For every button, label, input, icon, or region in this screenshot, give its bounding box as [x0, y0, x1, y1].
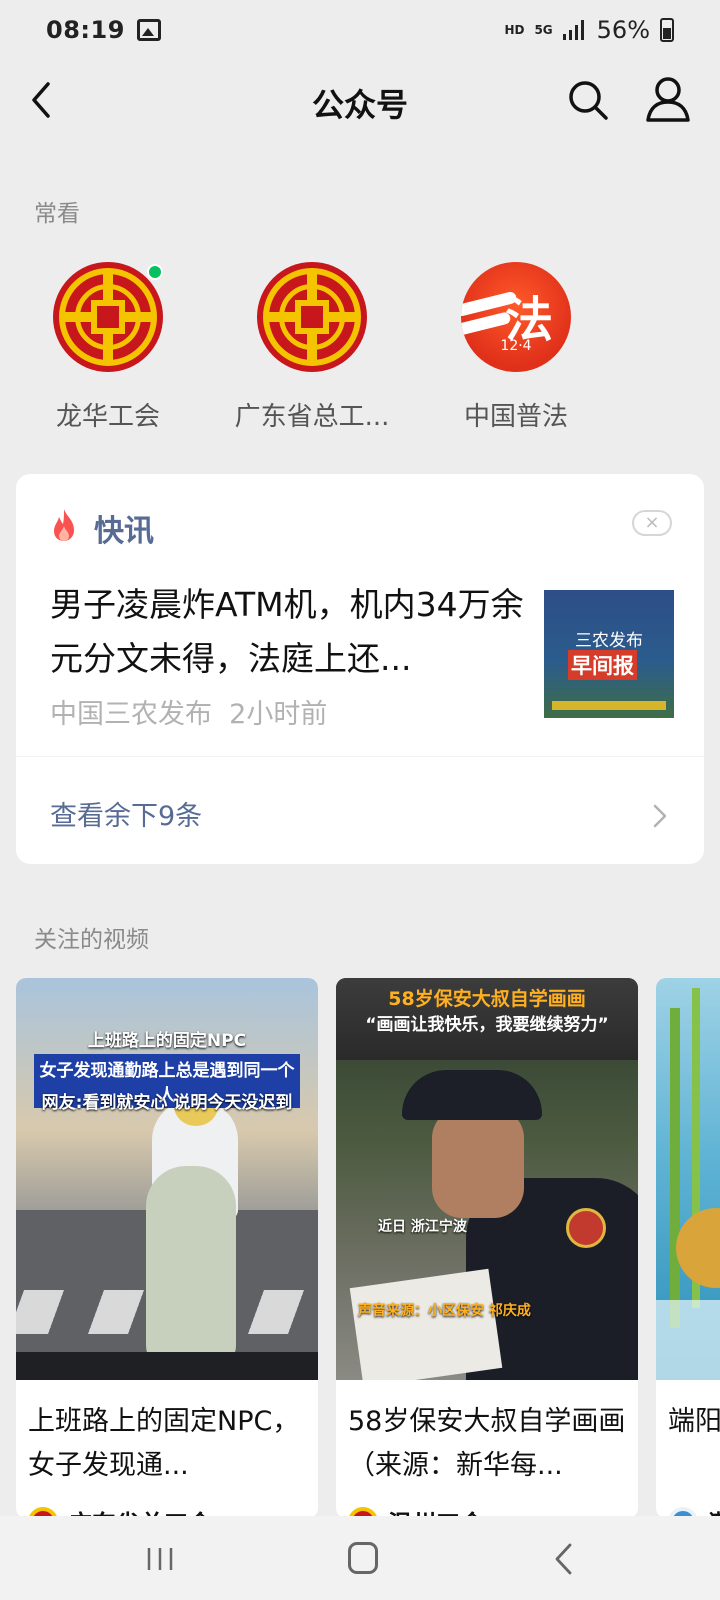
news-meta: 中国三农发布 2小时前 [50, 692, 327, 731]
cover-caption: 上班路上的固定NPC [87, 1031, 247, 1051]
followed-videos: 上班路上的固定NPC 女子发现通勤路上总是遇到同一个人 网友:看到就安心 说明今… [16, 978, 720, 1518]
frequent-section-label: 常看 [34, 201, 80, 227]
system-nav-bar [0, 1516, 720, 1600]
news-headline[interactable]: 男子凌晨炸ATM机，机内34万余元分文未得，法庭上还... [50, 578, 524, 686]
video-cover [656, 978, 720, 1380]
view-more-link[interactable]: 查看余下9条 [50, 794, 202, 833]
video-title: 端阳 | 渤 [668, 1406, 720, 1437]
cover-caption: 声音来源：小区保安 祁庆成 [358, 1303, 531, 1319]
cover-caption: 网友:看到就安心 说明今天没迟到 [41, 1093, 293, 1113]
network-indicator: 5G [534, 23, 553, 37]
video-card[interactable]: 58岁保安大叔自学画画 “画画让我快乐，我要继续努力” 近日 浙江宁波 声音来源… [336, 978, 638, 1518]
cover-caption: “画画让我快乐，我要继续努力” [365, 1015, 609, 1035]
frequent-account-pufa[interactable]: 法 12·4 中国普法 [426, 262, 606, 433]
video-title: 58岁保安大叔自学画画（来源：新华每... [348, 1406, 626, 1481]
video-cover: 58岁保安大叔自学画画 “画画让我快乐，我要继续努力” 近日 浙江宁波 声音来源… [336, 978, 638, 1380]
close-button[interactable]: × [632, 510, 672, 536]
hd-indicator: HD [504, 23, 525, 37]
video-title: 上班路上的固定NPC，女子发现通... [28, 1406, 300, 1481]
account-name: 龙华工会 [55, 402, 160, 432]
account-name: 广东省总工... [234, 402, 390, 432]
cover-caption: 近日 浙江宁波 [378, 1219, 467, 1235]
profile-icon[interactable] [644, 74, 692, 124]
flash-news-card: 快讯 × 男子凌晨炸ATM机，机内34万余元分文未得，法庭上还... 中国三农发… [16, 474, 704, 864]
status-time: 08:19 [46, 16, 125, 44]
law-logo-icon: 法 12·4 [461, 262, 571, 372]
page-title: 公众号 [311, 86, 408, 124]
nav-bar: 公众号 [0, 60, 720, 140]
frequent-accounts: 龙华工会 广东省总工... 法 12·4 中国普法 [0, 262, 720, 442]
unread-dot [147, 264, 163, 280]
frequent-account-longhua[interactable]: 龙华工会 [18, 262, 198, 433]
union-logo-icon [257, 262, 367, 372]
battery-icon [660, 18, 674, 42]
news-time: 2小时前 [229, 699, 328, 730]
recent-apps-icon[interactable] [146, 1546, 174, 1572]
video-card[interactable]: 上班路上的固定NPC 女子发现通勤路上总是遇到同一个人 网友:看到就安心 说明今… [16, 978, 318, 1518]
chevron-right-icon[interactable] [650, 802, 670, 830]
status-bar: 08:19 HD 5G 56% [0, 0, 720, 60]
frequent-account-guangdong[interactable]: 广东省总工... [222, 262, 402, 433]
home-icon[interactable] [348, 1542, 378, 1574]
system-back-icon[interactable] [552, 1542, 576, 1576]
status-indicators: HD 5G 56% [504, 16, 674, 44]
video-cover: 上班路上的固定NPC 女子发现通勤路上总是遇到同一个人 网友:看到就安心 说明今… [16, 978, 318, 1380]
signal-icon [562, 20, 584, 40]
flame-icon [54, 509, 74, 541]
cover-caption: 58岁保安大叔自学画画 [388, 988, 586, 1010]
news-thumbnail[interactable]: 三农发布 早间报 [544, 590, 674, 718]
video-card[interactable]: 端阳 | 渤 渤 [656, 978, 720, 1518]
search-icon[interactable] [564, 76, 612, 124]
videos-section-label: 关注的视频 [34, 927, 149, 953]
account-name: 中国普法 [463, 402, 568, 432]
battery-percent: 56% [596, 16, 650, 44]
divider [16, 756, 704, 757]
flash-news-heading: 快讯 [94, 514, 154, 549]
news-source: 中国三农发布 [50, 699, 212, 730]
gallery-notification-icon [136, 19, 161, 41]
union-logo-icon [53, 262, 163, 372]
